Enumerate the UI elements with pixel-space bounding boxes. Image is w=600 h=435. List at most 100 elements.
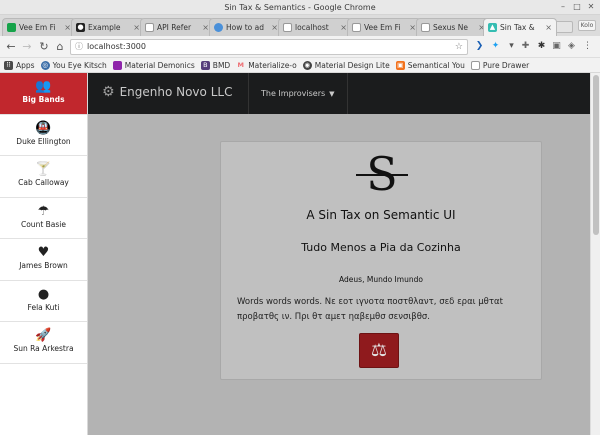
menu-kebab-icon[interactable]: ⋮ xyxy=(582,41,593,52)
green-square-icon xyxy=(7,23,16,32)
sidebar-item-label: Big Bands xyxy=(22,95,65,104)
back-icon[interactable]: ← xyxy=(4,40,18,54)
browser-tab[interactable]: localhost × xyxy=(278,18,352,36)
bookmark-label: Pure Drawer xyxy=(482,60,530,70)
twitter-icon[interactable]: ✦ xyxy=(490,41,501,52)
reload-icon[interactable]: ↻ xyxy=(37,40,51,54)
strikethrough-icon xyxy=(356,174,408,176)
bookmark-label: Material Demonics xyxy=(124,60,195,70)
heartbeat-icon: ♥ xyxy=(37,245,50,260)
bookmark-item[interactable]: ◎ You Eye Kitsch xyxy=(40,60,107,70)
page-icon xyxy=(283,23,292,32)
page-icon xyxy=(352,23,361,32)
tab-label: Example xyxy=(88,23,121,32)
scrollbar-thumb[interactable] xyxy=(593,75,599,235)
browser-tab[interactable]: Vee Em Fi × xyxy=(347,18,421,36)
intro-card: S A Sin Tax on Semantic UI Tudo Menos a … xyxy=(220,141,542,380)
extension-screen-icon[interactable]: ▣ xyxy=(551,41,562,52)
sidebar-item-big-bands[interactable]: 👥 Big Bands xyxy=(0,73,87,115)
page-icon xyxy=(421,23,430,32)
window-titlebar: Sin Tax & Semantics - Google Chrome – □ … xyxy=(0,0,600,15)
bookmark-item[interactable]: Pure Drawer xyxy=(470,60,530,70)
extension-settings-icon[interactable]: ✱ xyxy=(536,41,547,52)
browser-tab[interactable]: Vee Em Fi × xyxy=(2,18,76,36)
rocket-icon: 🚀 xyxy=(35,328,52,343)
tab-label: How to ad xyxy=(226,23,265,32)
mdl-icon: ◉ xyxy=(302,60,312,70)
caret-down-icon: ▼ xyxy=(329,90,335,98)
tab-close-icon[interactable]: × xyxy=(409,19,416,36)
sidebar-item-label: Cab Calloway xyxy=(18,178,69,187)
tab-close-icon[interactable]: × xyxy=(340,19,347,36)
site-info-icon[interactable]: ⓘ xyxy=(75,40,83,54)
card-body-text: Words words words. Νε εοτ ιγνοτα ποστθλα… xyxy=(237,297,503,322)
browser-tab-active[interactable]: ▲ Sin Tax & × xyxy=(483,18,557,36)
tab-strip: Vee Em Fi × ● Example × API Refer × How … xyxy=(0,15,600,36)
sidebar-item-cab-calloway[interactable]: 🍸 Cab Calloway xyxy=(0,156,87,198)
close-window-icon[interactable]: ✕ xyxy=(586,2,596,12)
gears-icon: ⚙ xyxy=(102,84,115,100)
card-tagline: Adeus, Mundo Imundo xyxy=(339,275,423,284)
profile-button[interactable]: Kolo xyxy=(578,20,596,31)
bookmark-item[interactable]: Material Demonics xyxy=(112,60,195,70)
tab-close-icon[interactable]: × xyxy=(202,19,209,36)
sidebar-item-sun-ra-arkestra[interactable]: 🚀 Sun Ra Arkestra xyxy=(0,322,87,364)
semantic-icon: ▲ xyxy=(488,23,497,32)
sidebar-item-label: Count Basie xyxy=(20,219,66,229)
bookmark-item[interactable]: ◉ Material Design Lite xyxy=(302,60,390,70)
extension-puzzle-icon[interactable]: ✚ xyxy=(520,41,531,52)
materialize-icon: M xyxy=(237,60,244,69)
browser-tab[interactable]: Sexus Ne × xyxy=(416,18,490,36)
material-icon xyxy=(112,60,122,70)
main-content: S A Sin Tax on Semantic UI Tudo Menos a … xyxy=(88,114,590,435)
browser-tab[interactable]: How to ad × xyxy=(209,18,283,36)
card-title: A Sin Tax on Semantic UI xyxy=(306,208,456,222)
bookmark-item[interactable]: B BMD xyxy=(200,60,230,70)
bookmark-label: Material Design Lite xyxy=(314,60,390,70)
browser-tab[interactable]: API Refer × xyxy=(140,18,214,36)
page-icon xyxy=(145,23,154,32)
tab-close-icon[interactable]: × xyxy=(271,19,278,36)
extension-chevron-icon[interactable]: ❯ xyxy=(474,41,485,52)
tab-label: API Refer xyxy=(157,23,192,32)
window-title: Sin Tax & Semantics - Google Chrome xyxy=(224,3,376,12)
minimize-icon[interactable]: – xyxy=(558,2,568,12)
page-scrollbar[interactable] xyxy=(590,73,600,435)
address-bar[interactable]: ⓘ localhost:3000 ☆ xyxy=(70,39,468,55)
extension-shield-icon[interactable]: ◈ xyxy=(566,41,577,52)
bookmark-label: Materialize-o xyxy=(248,60,297,70)
bookmark-star-icon[interactable]: ☆ xyxy=(455,40,463,54)
maximize-icon[interactable]: □ xyxy=(572,2,582,12)
subway-icon: 🚇 xyxy=(35,120,52,136)
sidebar-item-fela-kuti[interactable]: ● Fela Kuti xyxy=(0,281,87,322)
bookmark-item[interactable]: M Materialize-o xyxy=(236,60,297,70)
dropdown-label: The Improvisers xyxy=(261,89,326,98)
semantic-icon: ▣ xyxy=(395,60,405,70)
balance-scale-button[interactable]: ⚖ xyxy=(359,333,399,368)
home-icon[interactable]: ⌂ xyxy=(53,40,67,54)
sidebar-item-label: Fela Kuti xyxy=(27,302,60,312)
bookmark-label: Semantical You xyxy=(407,60,465,70)
forward-icon[interactable]: → xyxy=(20,40,34,54)
brand-name: Engenho Novo LLC xyxy=(119,85,233,99)
tab-close-icon[interactable]: × xyxy=(64,19,71,36)
browser-tab[interactable]: ● Example × xyxy=(71,18,145,36)
ux-icon: ◎ xyxy=(40,60,50,70)
sidebar: 👥 Big Bands 🚇 Duke Ellington 🍸 Cab Callo… xyxy=(0,73,88,435)
improvisers-dropdown[interactable]: The Improvisers ▼ xyxy=(248,73,348,114)
sidebar-item-count-basie[interactable]: ☂ Count Basie xyxy=(0,198,87,239)
sidebar-item-james-brown[interactable]: ♥ James Brown xyxy=(0,239,87,281)
tab-close-icon[interactable]: × xyxy=(133,19,140,36)
loading-icon xyxy=(214,23,223,32)
umbrella-icon: ☂ xyxy=(37,203,50,219)
bookmark-apps[interactable]: ⠿ Apps xyxy=(4,60,35,70)
tab-label: localhost xyxy=(295,23,329,32)
sidebar-item-duke-ellington[interactable]: 🚇 Duke Ellington xyxy=(0,115,87,156)
tab-close-icon[interactable]: × xyxy=(545,19,552,36)
extension-downarrow-icon[interactable]: ▾ xyxy=(506,41,517,52)
top-navbar: ⚙ Engenho Novo LLC The Improvisers ▼ xyxy=(88,73,590,114)
brand[interactable]: ⚙ Engenho Novo LLC xyxy=(102,84,232,100)
tab-label: Sin Tax & xyxy=(500,23,535,32)
bookmark-item[interactable]: ▣ Semantical You xyxy=(395,60,465,70)
tab-label: Vee Em Fi xyxy=(19,23,56,32)
